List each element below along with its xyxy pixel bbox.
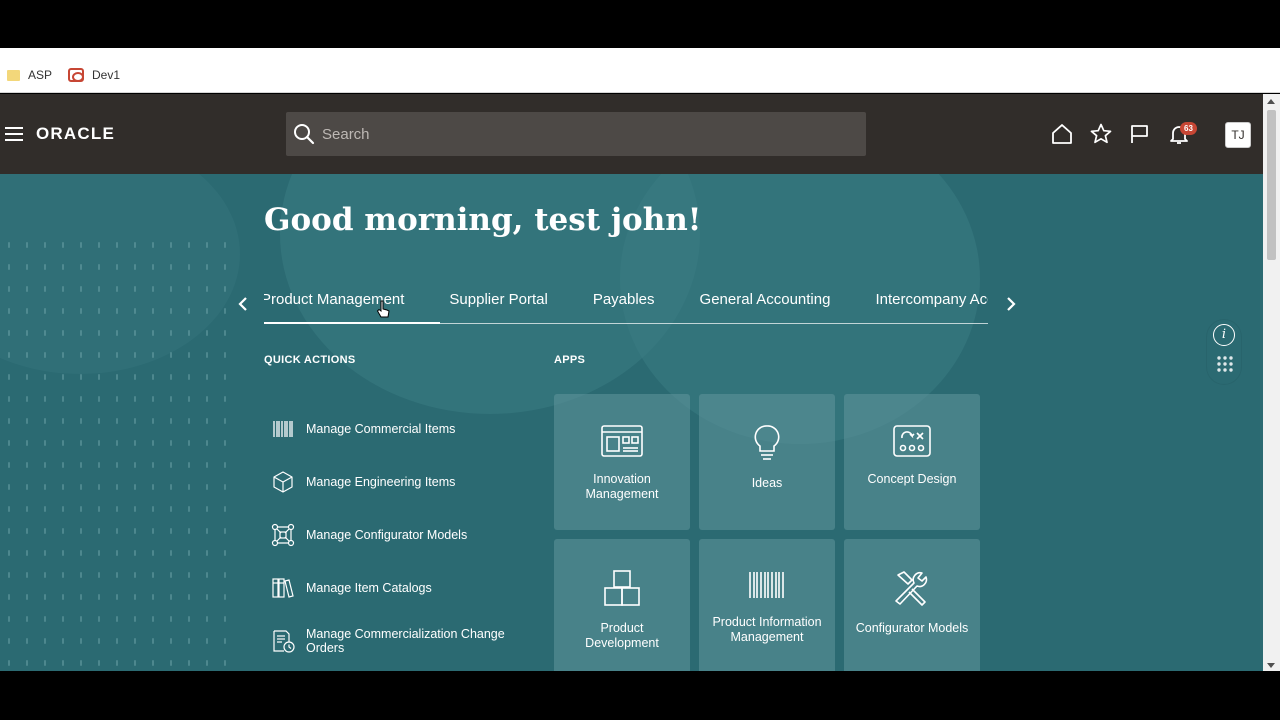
scroll-up-arrow[interactable] [1267, 99, 1275, 104]
quick-action-manage-engineering-items[interactable]: Manage Engineering Items [270, 455, 520, 508]
oracle-icon [68, 68, 85, 82]
oracle-app: ORACLE 63 TJ [0, 94, 1263, 671]
bookmark-label: Dev1 [92, 68, 121, 82]
favorites-star-icon[interactable] [1089, 122, 1113, 146]
browser-address-strip [0, 48, 1280, 58]
app-tile-product-information-management[interactable]: Product Information Management [699, 539, 835, 671]
nodes-icon [271, 523, 295, 546]
notification-badge: 63 [1180, 122, 1197, 135]
page-scrollbar[interactable] [1263, 94, 1280, 671]
app-tile-label: Product Information Management [712, 615, 822, 644]
quick-action-label: Manage Commercialization Change Orders [306, 626, 505, 655]
search-icon [294, 124, 315, 145]
home-icon[interactable] [1050, 122, 1074, 146]
info-icon[interactable]: i [1213, 324, 1235, 346]
scroll-thumb[interactable] [1267, 110, 1276, 260]
bookmarks-bar: ASP Dev1 [0, 58, 1280, 93]
bookmark-label: ASP [28, 68, 53, 82]
bookmark-asp[interactable]: ASP [7, 68, 52, 82]
quick-action-manage-commercialization-change-orders[interactable]: Manage Commercialization Change Orders [270, 614, 520, 667]
quick-action-label: Manage Configurator Models [306, 527, 468, 542]
tab-supplier-portal[interactable]: Supplier Portal [449, 291, 592, 308]
group-tabs: Product Management Supplier Portal Payab… [264, 284, 988, 324]
app-tile-innovation-management[interactable]: Innovation Management [554, 394, 690, 530]
app-tile-label: Configurator Models [855, 621, 969, 635]
boxes-icon [604, 570, 640, 606]
scroll-down-arrow[interactable] [1267, 663, 1275, 668]
barcode-icon [273, 420, 293, 437]
chevron-left-icon[interactable] [236, 296, 250, 312]
tab-strip: Product Management Supplier Portal Payab… [264, 291, 988, 308]
tools-icon [895, 571, 928, 606]
lightbulb-icon [754, 425, 780, 460]
app-tile-label: Innovation Management [585, 472, 659, 501]
oracle-logo[interactable]: ORACLE [36, 124, 115, 144]
tab-general-accounting[interactable]: General Accounting [700, 291, 876, 308]
grid-menu-icon[interactable] [1215, 354, 1235, 374]
tab-intercompany-accounting[interactable]: Intercompany Accounting [875, 291, 988, 308]
greeting-title: Good morning, test john! [264, 202, 702, 238]
dashboard-icon [601, 425, 643, 457]
springboard-panel: Good morning, test john! Product Managem… [0, 174, 1263, 671]
app-tile-product-development[interactable]: Product Development [554, 539, 690, 671]
app-tile-label: Concept Design [867, 472, 957, 486]
barcode-icon [749, 572, 784, 598]
app-tile-configurator-models[interactable]: Configurator Models [844, 539, 980, 671]
app-tile-label: Ideas [751, 476, 783, 490]
active-tab-indicator [264, 322, 440, 324]
document-clock-icon [273, 629, 295, 653]
mouse-cursor-icon [376, 300, 390, 318]
background-pattern [0, 234, 240, 671]
books-icon [272, 577, 294, 598]
tab-payables[interactable]: Payables [593, 291, 700, 308]
menu-icon[interactable] [5, 127, 23, 141]
screen: ASP Dev1 ORACLE Search 63 TJ Good mornin… [0, 0, 1280, 720]
quick-action-manage-commercial-items[interactable]: Manage Commercial Items [270, 402, 520, 455]
bookmark-dev1[interactable]: Dev1 [68, 68, 120, 82]
search-box[interactable] [286, 112, 866, 156]
tab-product-management[interactable]: Product Management [264, 291, 449, 308]
quick-action-manage-item-catalogs[interactable]: Manage Item Catalogs [270, 561, 520, 614]
chevron-right-icon[interactable] [1004, 296, 1018, 312]
concept-icon [893, 425, 931, 457]
global-header: ORACLE 63 TJ [0, 94, 1263, 174]
app-tile-ideas[interactable]: Ideas [699, 394, 835, 530]
quick-actions-list: Manage Commercial Items Manage Engineeri… [270, 402, 520, 667]
quick-actions-heading: QUICK ACTIONS [264, 354, 356, 366]
folder-icon [7, 69, 20, 81]
apps-heading: APPS [554, 354, 586, 366]
quick-action-label: Manage Engineering Items [306, 474, 456, 489]
app-tile-concept-design[interactable]: Concept Design [844, 394, 980, 530]
quick-action-label: Manage Item Catalogs [306, 580, 432, 595]
search-input[interactable] [322, 125, 842, 143]
app-tile-label: Product Development [585, 621, 659, 650]
cube-icon [273, 470, 293, 493]
quick-action-manage-configurator-models[interactable]: Manage Configurator Models [270, 508, 520, 561]
watchlist-flag-icon[interactable] [1128, 122, 1152, 146]
quick-action-label: Manage Commercial Items [306, 421, 456, 436]
avatar[interactable]: TJ [1225, 122, 1251, 148]
